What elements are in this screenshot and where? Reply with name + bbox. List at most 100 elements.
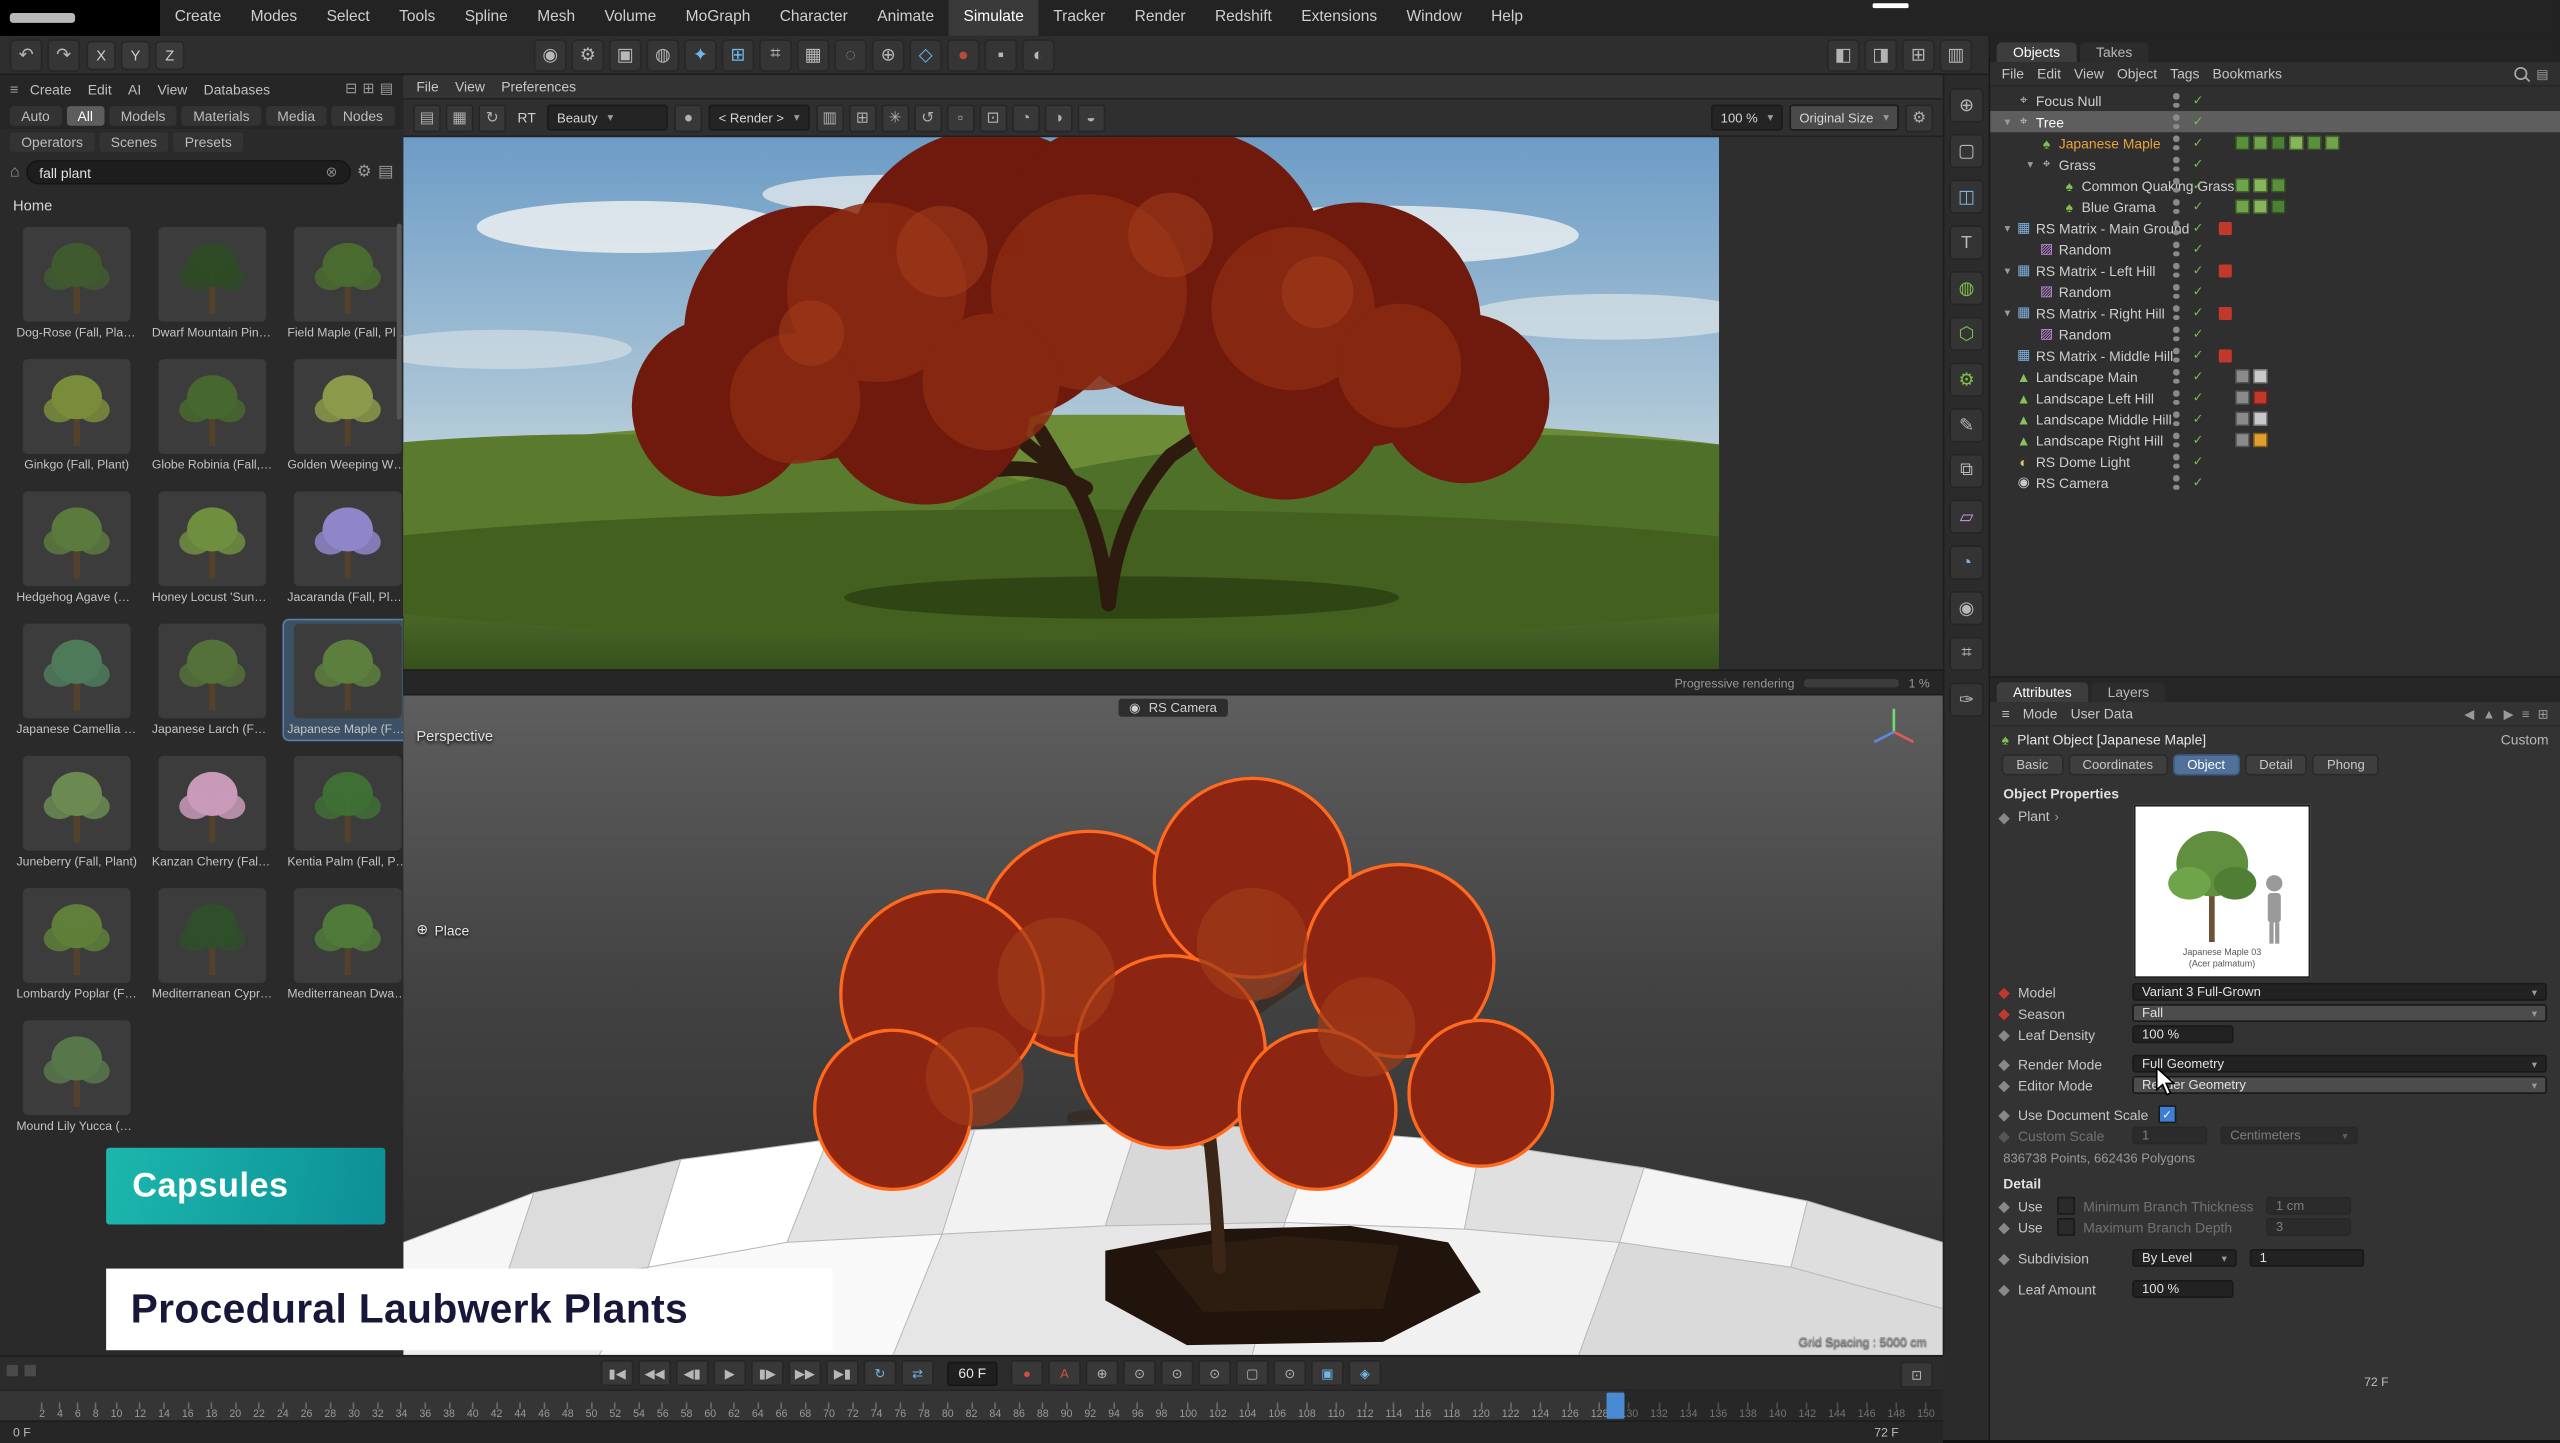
object-row[interactable]: ▨ Random ✓: [1990, 323, 2560, 344]
menubar-item[interactable]: Volume: [590, 0, 671, 36]
asset-thumbnail[interactable]: Mound Lily Yucca (Fall...: [13, 1017, 140, 1136]
asset-thumbnail[interactable]: Ginkgo (Fall, Plant): [13, 356, 140, 475]
menubar-item[interactable]: Simulate: [949, 0, 1039, 36]
play-button[interactable]: ▶: [713, 1360, 746, 1386]
record-button[interactable]: ●: [1011, 1360, 1044, 1386]
asset-browser-menu[interactable]: View: [149, 81, 195, 97]
object-row[interactable]: ▨ Random ✓: [1990, 238, 2560, 259]
snapshot-grid-icon[interactable]: ⊞: [849, 104, 877, 132]
sync-icon[interactable]: ↺: [914, 104, 942, 132]
enabled-check-icon[interactable]: ✓: [2193, 433, 2204, 448]
redshift-tag-icon[interactable]: [2219, 306, 2232, 319]
menubar-item[interactable]: Extensions: [1287, 0, 1392, 36]
object-row[interactable]: ▾ ⌖ Grass ✓: [1990, 153, 2560, 174]
asset-browser-menu[interactable]: Databases: [196, 81, 279, 97]
interactive-render-icon[interactable]: ▣: [609, 38, 642, 71]
redshift-tag-icon[interactable]: [2219, 349, 2232, 362]
asset-filter-tab[interactable]: Presets: [173, 132, 243, 152]
camera-tool-icon[interactable]: ◉: [1949, 591, 1983, 625]
uv-edit-icon[interactable]: ▱: [1949, 500, 1983, 534]
visibility-dots[interactable]: [2173, 433, 2179, 448]
object-name[interactable]: Landscape Right Hill: [2033, 432, 2164, 448]
object-manager-menu[interactable]: Tags: [2170, 65, 2199, 81]
enabled-check-icon[interactable]: ✓: [2193, 263, 2204, 278]
object-name[interactable]: Focus Null: [2033, 92, 2102, 108]
exposure-icon[interactable]: ◒: [1077, 104, 1105, 132]
asset-thumbnail[interactable]: Golden Weeping Willo...: [284, 356, 403, 475]
object-row[interactable]: ▲ Landscape Main ✓: [1990, 366, 2560, 387]
render-view-image[interactable]: [403, 137, 1943, 669]
enabled-check-icon[interactable]: ✓: [2193, 454, 2204, 469]
goto-start-button[interactable]: ▮◀: [601, 1360, 634, 1386]
fullscreen-icon[interactable]: ⊡: [979, 104, 1007, 132]
object-name[interactable]: Grass: [2056, 156, 2096, 172]
visibility-dots[interactable]: [2173, 178, 2179, 193]
list-icon[interactable]: ≡: [2522, 706, 2530, 721]
axis-modification-icon[interactable]: ⊕: [872, 38, 905, 71]
object-name[interactable]: Common Quaking Grass: [2078, 177, 2234, 193]
asset-filter-tab[interactable]: Models: [109, 106, 177, 126]
custom-scale-unit-dropdown[interactable]: Centimeters: [2220, 1127, 2357, 1145]
asset-thumbnail[interactable]: Globe Robinia (Fall, Pl...: [149, 356, 276, 475]
custom-dropdown[interactable]: Custom: [2501, 731, 2549, 747]
object-properties-tab[interactable]: Detail: [2245, 754, 2308, 775]
object-name[interactable]: RS Matrix - Main Ground: [2033, 220, 2190, 236]
measure-tool-icon[interactable]: ✎: [1949, 408, 1983, 442]
object-manager-tab[interactable]: Objects: [1997, 42, 2077, 62]
viewport-camera-label[interactable]: ◉ RS Camera: [1118, 699, 1229, 717]
menubar-item[interactable]: Help: [1476, 0, 1537, 36]
object-name[interactable]: RS Matrix - Left Hill: [2033, 262, 2156, 278]
split-view-icon[interactable]: ⧉: [1949, 454, 1983, 488]
denoise-icon[interactable]: ✳: [881, 104, 909, 132]
team-render-icon[interactable]: ⊞: [722, 38, 755, 71]
object-row[interactable]: ♠ Japanese Maple ✓: [1990, 132, 2560, 153]
use-document-scale-checkbox[interactable]: ✓: [2158, 1105, 2176, 1123]
redshift-tag-icon[interactable]: [2219, 242, 2232, 255]
key-rotation-toggle[interactable]: ⊙: [1198, 1360, 1231, 1386]
asset-thumbnail[interactable]: Jacaranda (Fall, Plant): [284, 488, 403, 607]
asset-thumbnail[interactable]: Japanese Camellia (Fal...: [13, 620, 140, 739]
layout-single-view-icon[interactable]: ◧: [1827, 38, 1860, 71]
autokey-button[interactable]: A: [1048, 1360, 1081, 1386]
expand-arrow-icon[interactable]: ▾: [2000, 221, 2015, 234]
sphere-tool-icon[interactable]: ◔: [1949, 545, 1983, 579]
asset-browser-menu[interactable]: Edit: [80, 81, 120, 97]
object-name[interactable]: RS Matrix - Right Hill: [2033, 304, 2165, 320]
prev-key-button[interactable]: ◀◀: [638, 1360, 671, 1386]
object-name[interactable]: Blue Grama: [2078, 198, 2155, 214]
asset-browser-menu[interactable]: Create: [22, 81, 80, 97]
plane-tool-icon[interactable]: ▢: [1949, 134, 1983, 168]
object-manager-menu[interactable]: View: [2074, 65, 2104, 81]
timeline-expand-icon[interactable]: ⊡: [1900, 1362, 1933, 1388]
render-view-icon[interactable]: ◉: [534, 38, 567, 71]
text-tool-icon[interactable]: T: [1949, 225, 1983, 259]
object-row[interactable]: ♠ Common Quaking Grass ✓: [1990, 175, 2560, 196]
goto-end-button[interactable]: ▶▮: [826, 1360, 859, 1386]
render-view-menu[interactable]: File: [416, 78, 438, 94]
menubar-item[interactable]: Spline: [450, 0, 523, 36]
workplane-icon[interactable]: ▦: [797, 38, 830, 71]
visibility-dots[interactable]: [2173, 136, 2179, 151]
asset-thumbnail[interactable]: Kentia Palm (Fall, Plant): [284, 753, 403, 872]
key-scale-toggle[interactable]: ⊙: [1161, 1360, 1194, 1386]
visibility-dots[interactable]: [2173, 114, 2179, 129]
object-name[interactable]: Tree: [2033, 113, 2064, 129]
render-pass-dropdown[interactable]: Beauty: [547, 104, 668, 130]
object-name[interactable]: RS Dome Light: [2033, 453, 2130, 469]
visibility-dots[interactable]: [2173, 348, 2179, 363]
grid-view-icon[interactable]: ⊞: [362, 80, 374, 98]
keyframe-icon[interactable]: ◇: [909, 38, 942, 71]
object-row[interactable]: ▲ Landscape Middle Hill ✓: [1990, 408, 2560, 429]
redshift-tag-icon[interactable]: [2219, 327, 2232, 340]
menubar-item[interactable]: Render: [1120, 0, 1200, 36]
key-pla-toggle[interactable]: ⊙: [1273, 1360, 1306, 1386]
object-name[interactable]: Landscape Middle Hill: [2033, 411, 2172, 427]
lock-icon[interactable]: ▪: [984, 38, 1017, 71]
home-icon[interactable]: ⌂: [10, 163, 20, 181]
enabled-check-icon[interactable]: ✓: [2193, 305, 2204, 320]
season-dropdown[interactable]: Fall: [2132, 1004, 2547, 1022]
user-data-menu[interactable]: User Data: [2071, 705, 2133, 721]
redshift-tag-icon[interactable]: [2219, 158, 2232, 171]
asset-filter-tab[interactable]: Media: [266, 106, 327, 126]
visibility-dots[interactable]: [2173, 93, 2179, 108]
